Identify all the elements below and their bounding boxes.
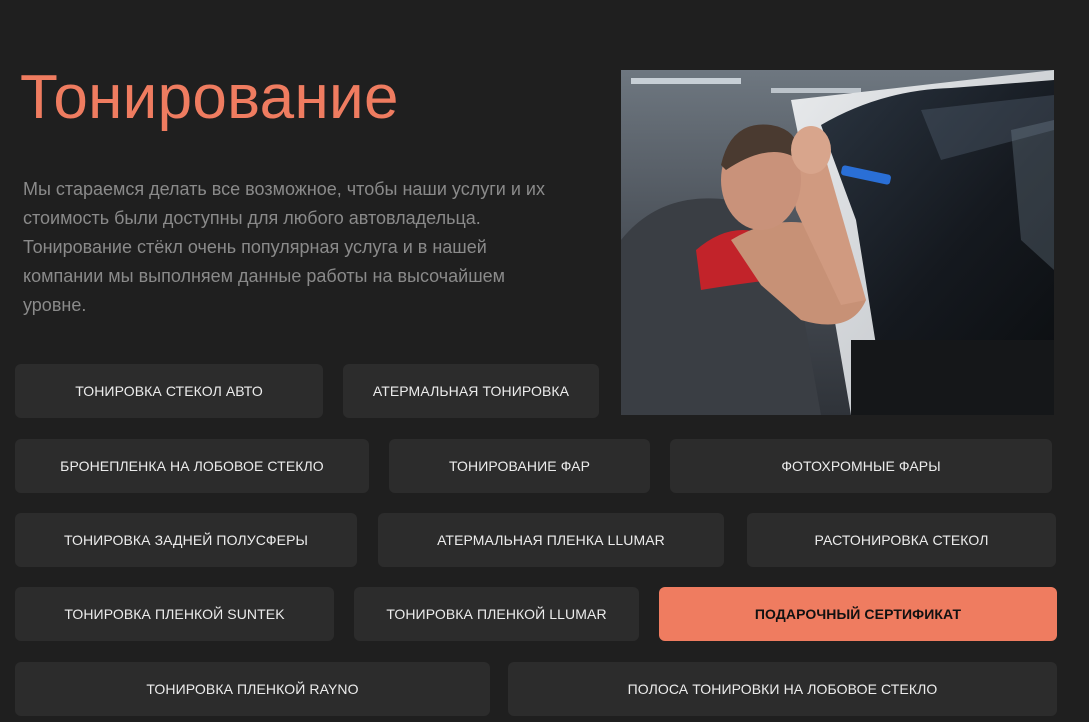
page-description: Мы стараемся делать все возможное, чтобы… — [23, 179, 545, 315]
service-button-tint-removal[interactable]: РАСТОНИРОВКА СТЕКОЛ — [747, 513, 1056, 567]
service-button-photochromic-headlights[interactable]: ФОТОХРОМНЫЕ ФАРЫ — [670, 439, 1052, 493]
page-title: Тонирование — [20, 63, 399, 132]
service-button-llumar-film[interactable]: ТОНИРОВКА ПЛЕНКОЙ LLUMAR — [354, 587, 639, 641]
service-button-windshield-armor-film[interactable]: БРОНЕПЛЕНКА НА ЛОБОВОЕ СТЕКЛО — [15, 439, 369, 493]
page: Тонирование Мы стараемся делать все возм… — [0, 0, 1089, 722]
hero-photo — [621, 70, 1054, 415]
service-button-rear-hemisphere-tint[interactable]: ТОНИРОВКА ЗАДНЕЙ ПОЛУСФЕРЫ — [15, 513, 357, 567]
service-button-suntek-film[interactable]: ТОНИРОВКА ПЛЕНКОЙ SUNTEK — [15, 587, 334, 641]
service-button-tint-auto-glass[interactable]: ТОНИРОВКА СТЕКОЛ АВТО — [15, 364, 323, 418]
service-button-athermal-tint[interactable]: АТЕРМАЛЬНАЯ ТОНИРОВКА — [343, 364, 599, 418]
service-button-headlight-tint[interactable]: ТОНИРОВАНИЕ ФАР — [389, 439, 650, 493]
service-button-athermal-llumar[interactable]: АТЕРМАЛЬНАЯ ПЛЕНКА LLUMAR — [378, 513, 724, 567]
gift-certificate-button[interactable]: ПОДАРОЧНЫЙ СЕРТИФИКАТ — [659, 587, 1057, 641]
service-button-windshield-tint-strip[interactable]: ПОЛОСА ТОНИРОВКИ НА ЛОБОВОЕ СТЕКЛО — [508, 662, 1057, 716]
service-button-rayno-film[interactable]: ТОНИРОВКА ПЛЕНКОЙ RAYNO — [15, 662, 490, 716]
